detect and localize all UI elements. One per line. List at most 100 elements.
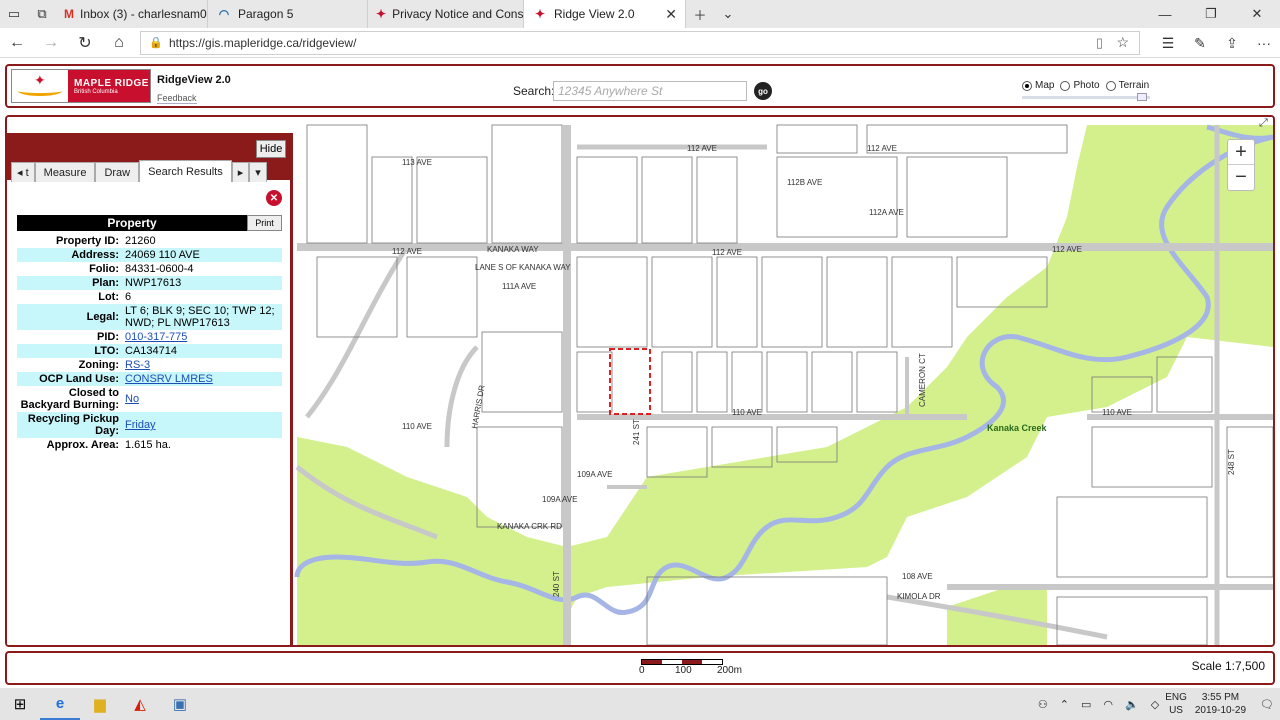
- wifi-icon[interactable]: ◠: [1097, 698, 1119, 711]
- refresh-icon[interactable]: ↻: [68, 28, 102, 58]
- map-label-112a-ave: 112A AVE: [869, 208, 904, 217]
- panel-tabs: ◂ t Measure Draw Search Results ▸ ▾: [11, 160, 267, 182]
- table-row: PID: 010-317-775: [17, 330, 282, 344]
- map-label-112-ave-north: 112 AVE: [687, 144, 717, 153]
- pen-icon[interactable]: ✎: [1184, 28, 1216, 58]
- paragon-icon: ◠: [218, 7, 230, 21]
- acrobat-icon[interactable]: ◭: [120, 688, 160, 720]
- volume-icon[interactable]: 🔈: [1119, 698, 1145, 711]
- property-panel: Hide ◂ t Measure Draw Search Results ▸ ▾…: [7, 133, 293, 645]
- chevron-up-icon[interactable]: ⌃: [1054, 698, 1075, 711]
- language-code: ENG: [1165, 692, 1187, 703]
- property-value: 21260: [125, 235, 156, 247]
- property-key: Closed to Backyard Burning:: [20, 387, 119, 411]
- zoom-control: + −: [1227, 139, 1255, 191]
- opacity-slider-track[interactable]: [1022, 96, 1150, 99]
- chevron-right-icon: ▸: [237, 167, 244, 179]
- tab-scroll-right[interactable]: ▸: [231, 162, 250, 182]
- zoom-in-button[interactable]: +: [1228, 140, 1254, 165]
- property-key: Folio:: [89, 263, 119, 275]
- star-icon[interactable]: ☆: [1116, 34, 1129, 51]
- tab-label: Paragon 5: [238, 7, 294, 21]
- basemap-terrain-radio[interactable]: Terrain: [1105, 80, 1149, 91]
- opacity-slider-thumb[interactable]: [1137, 93, 1147, 101]
- tab-label: t: [25, 166, 29, 179]
- more-icon[interactable]: ···: [1248, 28, 1280, 58]
- windows-start-icon[interactable]: ⊞: [0, 688, 40, 720]
- recycling-day-link[interactable]: Friday: [125, 419, 156, 431]
- people-icon[interactable]: ⚇: [1032, 698, 1054, 711]
- table-row: Closed to Backyard Burning: No: [17, 386, 282, 412]
- expand-icon[interactable]: ⤢: [1259, 117, 1268, 130]
- basemap-photo-radio[interactable]: Photo: [1060, 80, 1100, 91]
- print-button[interactable]: Print: [247, 215, 282, 231]
- tab-back-icon[interactable]: ⧉: [28, 0, 56, 28]
- backyard-burning-link[interactable]: No: [125, 393, 139, 405]
- scale-ratio: Scale 1:7,500: [1191, 659, 1265, 673]
- home-icon[interactable]: ⌂: [102, 28, 136, 58]
- feedback-link[interactable]: Feedback: [157, 93, 197, 104]
- map-label-240-st: 240 ST: [552, 571, 561, 597]
- map-label-110-ave-east: 110 AVE: [1102, 408, 1132, 417]
- table-row: Address: 24069 110 AVE: [17, 248, 282, 262]
- map-label-kanaka-creek: Kanaka Creek: [987, 423, 1048, 433]
- close-tab-icon[interactable]: ✕: [655, 6, 677, 23]
- zoning-link[interactable]: RS-3: [125, 359, 150, 371]
- restore-icon[interactable]: ❐: [1188, 0, 1234, 28]
- file-explorer-icon[interactable]: ▆: [80, 688, 120, 720]
- go-button[interactable]: go: [754, 82, 772, 100]
- pid-link[interactable]: 010-317-775: [125, 331, 187, 343]
- table-row: Zoning: RS-3: [17, 358, 282, 372]
- map-label-108-ave: 108 AVE: [902, 572, 933, 581]
- tab-gmail[interactable]: M Inbox (3) - charlesnam001@: [56, 0, 208, 28]
- tab-privacy[interactable]: ✦ Privacy Notice and Consent: [368, 0, 524, 28]
- tab-measure[interactable]: Measure: [34, 162, 96, 182]
- property-key: LTO:: [17, 344, 123, 358]
- new-tab-icon[interactable]: ＋: [686, 0, 714, 28]
- reading-view-icon[interactable]: ▯: [1096, 35, 1103, 51]
- basemap-selector: Map Photo Terrain: [1022, 80, 1149, 91]
- edge-browser-icon[interactable]: e: [40, 688, 80, 720]
- tab-label: Inbox (3) - charlesnam001@: [80, 7, 207, 21]
- tab-draw[interactable]: Draw: [95, 162, 140, 182]
- chevron-left-icon: ◂: [17, 167, 23, 179]
- dropbox-icon[interactable]: ◇: [1145, 698, 1165, 711]
- share-icon[interactable]: ⇪: [1216, 28, 1248, 58]
- property-value: 6: [125, 291, 132, 303]
- notifications-icon[interactable]: 🗨: [1254, 698, 1280, 711]
- forward-arrow-icon[interactable]: →: [34, 28, 68, 58]
- tab-paragon[interactable]: ◠ Paragon 5: [208, 0, 368, 28]
- clock[interactable]: 3:55 PM 2019-10-29: [1187, 691, 1254, 717]
- back-arrow-icon[interactable]: ←: [0, 28, 34, 58]
- tab-ridgeview[interactable]: ✦ Ridge View 2.0 ✕: [524, 0, 686, 28]
- radio-selected-icon: [1022, 80, 1032, 91]
- search-input[interactable]: [553, 81, 747, 101]
- ocp-land-use-link[interactable]: CONSRV LMRES: [125, 373, 213, 385]
- address-bar-row: ← → ↻ ⌂ 🔒 https://gis.mapleridge.ca/ridg…: [0, 28, 1280, 58]
- tab-preview-icon[interactable]: ▭: [0, 0, 28, 28]
- language-indicator[interactable]: ENG US: [1165, 691, 1187, 717]
- map-label-kanaka-way: KANAKA WAY: [487, 245, 539, 254]
- map-label-111a-ave: 111A AVE: [502, 282, 536, 291]
- basemap-map-radio[interactable]: Map: [1022, 80, 1054, 91]
- swoosh-icon: [18, 86, 62, 96]
- close-results-icon[interactable]: ✕: [266, 190, 282, 206]
- tab-label: Search Results: [148, 165, 223, 178]
- tab-search-results[interactable]: Search Results: [139, 160, 232, 182]
- scale-segment: [682, 660, 702, 664]
- app-icon[interactable]: ▣: [160, 688, 200, 720]
- map-label-241-st: 241 ST: [632, 419, 641, 445]
- tab-menu[interactable]: ▾: [249, 162, 267, 182]
- url-field[interactable]: 🔒 https://gis.mapleridge.ca/ridgeview/ ▯…: [140, 31, 1140, 55]
- minimize-icon[interactable]: —: [1142, 0, 1188, 28]
- radio-icon: [1105, 80, 1116, 91]
- logo-graphic: ✦: [12, 70, 68, 102]
- tab-scroll-left[interactable]: ◂ t: [11, 162, 35, 182]
- network-icon[interactable]: ▭: [1075, 698, 1097, 711]
- chevron-down-icon[interactable]: ⌄: [714, 0, 742, 28]
- favorites-icon[interactable]: ☰: [1152, 28, 1184, 58]
- close-window-icon[interactable]: ✕: [1234, 0, 1280, 28]
- map-label-110-ave: 110 AVE: [732, 408, 762, 417]
- hide-button[interactable]: Hide: [256, 140, 286, 158]
- zoom-out-button[interactable]: −: [1228, 165, 1254, 190]
